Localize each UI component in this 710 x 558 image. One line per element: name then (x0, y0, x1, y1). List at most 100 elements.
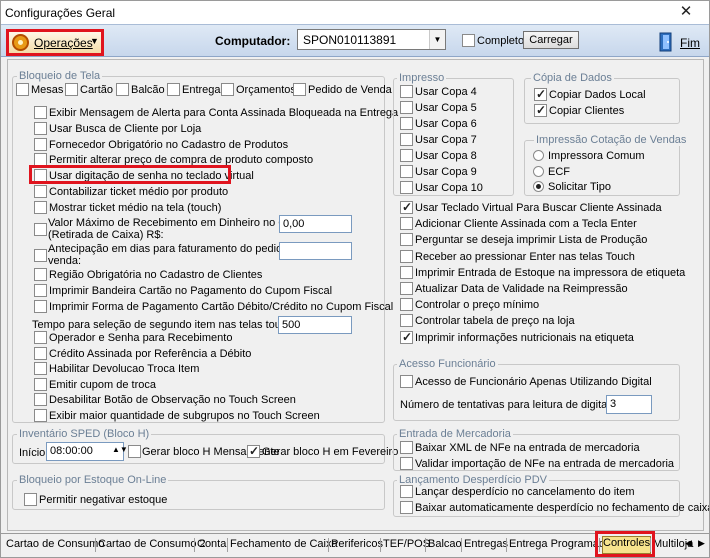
sales-quote-label-1: ECF (548, 165, 570, 178)
waste-0-checkbox[interactable] (400, 485, 413, 498)
right-option-3-checkbox[interactable] (400, 249, 413, 263)
sped-february-checkbox[interactable] (247, 444, 260, 458)
close-button[interactable]: ✕ (661, 1, 709, 23)
tab-7[interactable]: Entregas (464, 538, 508, 556)
tab-4[interactable]: Perifericos (331, 538, 383, 556)
negative-stock-checkbox[interactable] (24, 493, 37, 506)
tab-separator (461, 538, 462, 552)
left-option-3-3-checkbox[interactable] (34, 377, 47, 391)
attempts-input[interactable]: 3 (606, 395, 652, 414)
second-item-time-input[interactable]: 500 (278, 316, 352, 334)
exit-door-icon[interactable] (657, 32, 675, 52)
right-option-4-checkbox[interactable] (400, 265, 413, 279)
chevron-down-icon[interactable]: ▼ (429, 30, 445, 49)
mode-4-checkbox[interactable] (221, 83, 234, 96)
max-receipt-checkbox[interactable] (34, 223, 47, 236)
window-title: Configurações Geral (5, 6, 116, 20)
right-option-7-checkbox[interactable] (400, 314, 413, 328)
tab-separator (95, 538, 96, 552)
left-option-2-checkbox[interactable] (34, 137, 47, 151)
copy-5-checkbox[interactable] (400, 165, 413, 178)
left-option-3-2-checkbox[interactable] (34, 362, 47, 376)
right-option-1-checkbox[interactable] (400, 217, 413, 231)
goods-entry-0-checkbox[interactable] (400, 441, 413, 454)
operations-menu-button[interactable]: Operações ▼ (6, 29, 104, 56)
left-option-6-checkbox[interactable] (34, 200, 47, 214)
employee-access-title: Acesso Funcionário (397, 358, 498, 370)
data-copy-title: Cópia de Dados (531, 72, 614, 84)
left-option-3-0-label: Operador e Senha para Recebimento (49, 332, 233, 344)
tab-5[interactable]: TEF/POS (383, 538, 430, 556)
settings-window: Configurações Geral ✕ Operações ▼ Comput… (0, 0, 710, 558)
left-option-1-checkbox[interactable] (34, 121, 47, 135)
right-option-5-checkbox[interactable] (400, 282, 413, 295)
tab-2[interactable]: Conta (197, 538, 226, 556)
tab-scroll-left-icon[interactable]: ◀ (685, 538, 692, 549)
copy-6-checkbox[interactable] (400, 181, 413, 194)
sales-quote-radio-0[interactable] (533, 150, 544, 161)
copy-2-checkbox[interactable] (400, 117, 413, 130)
right-option-7-label: Controlar tabela de preço na loja (415, 315, 575, 328)
tab-scroll-right-icon[interactable]: ▶ (698, 538, 705, 549)
max-receipt-input[interactable]: 0,00 (279, 215, 352, 233)
right-option-3-label: Receber ao pressionar Enter nas telas To… (415, 250, 635, 263)
computer-select[interactable]: SPON010113891 ▼ (297, 29, 446, 50)
sales-quote-radio-1[interactable] (533, 165, 544, 177)
anticipation-input[interactable] (279, 242, 352, 260)
mode-2-checkbox[interactable] (116, 83, 129, 96)
waste-title: Lançamento Desperdício PDV (397, 474, 549, 486)
sped-monthly-checkbox[interactable] (128, 445, 141, 458)
waste-1-checkbox[interactable] (400, 501, 413, 514)
digital-only-checkbox[interactable] (400, 375, 413, 388)
anticipation-checkbox[interactable] (34, 249, 47, 262)
left-option-0-checkbox[interactable] (34, 106, 47, 119)
tab-0[interactable]: Cartao de Consumo (6, 538, 104, 556)
right-option-2-checkbox[interactable] (400, 233, 413, 247)
load-button[interactable]: Carregar (523, 31, 579, 49)
tab-separator (194, 538, 195, 552)
right-option-8-checkbox[interactable] (400, 330, 413, 344)
left-option-3-0-checkbox[interactable] (34, 331, 47, 344)
gear-icon (12, 34, 29, 51)
waste-1-label: Baixar automaticamente desperdício no fe… (415, 502, 710, 514)
copy-3-checkbox[interactable] (400, 133, 413, 146)
complete-checkbox[interactable] (462, 34, 475, 47)
copy-3-label: Usar Copa 7 (415, 134, 477, 146)
virtual-keyboard-highlight (29, 165, 231, 184)
left-option-2-1-checkbox[interactable] (34, 284, 47, 297)
spinner-icon[interactable]: ▲▼ (112, 445, 128, 454)
mode-0-checkbox[interactable] (16, 83, 29, 96)
right-option-6-checkbox[interactable] (400, 298, 413, 312)
sped-start-label: Início (19, 447, 46, 459)
print-title: Impresso (397, 72, 447, 84)
copy-0-label: Usar Copa 4 (415, 86, 477, 98)
copy-0-checkbox[interactable] (400, 85, 413, 98)
data-copy-1-checkbox[interactable] (534, 103, 547, 117)
tab-1[interactable]: Cartao de Consumo 2 (98, 538, 206, 556)
data-copy-1-label: Copiar Clientes (549, 105, 625, 117)
left-option-3-2-label: Habilitar Devolucao Troca Item (49, 363, 200, 376)
copy-4-checkbox[interactable] (400, 149, 413, 162)
goods-entry-0-label: Baixar XML de NFe na entrada de mercador… (415, 442, 640, 454)
left-option-3-1-checkbox[interactable] (34, 346, 47, 360)
tab-6[interactable]: Balcao (428, 538, 462, 556)
tab-3[interactable]: Fechamento de Caixa (230, 538, 338, 556)
left-option-3-5-checkbox[interactable] (34, 409, 47, 422)
goods-entry-1-checkbox[interactable] (400, 456, 413, 470)
left-option-2-2-checkbox[interactable] (34, 300, 47, 313)
data-copy-0-checkbox[interactable] (534, 87, 547, 101)
left-option-2-0-checkbox[interactable] (34, 268, 47, 281)
left-option-3-4-checkbox[interactable] (34, 393, 47, 407)
copy-1-checkbox[interactable] (400, 101, 413, 114)
mode-3-checkbox[interactable] (167, 83, 180, 96)
left-option-3-1-label: Crédito Assinada por Referência a Débito (49, 347, 252, 360)
sped-title: Inventário SPED (Bloco H) (17, 428, 152, 440)
complete-label: Completo (477, 35, 525, 47)
mode-5-checkbox[interactable] (293, 83, 306, 96)
right-option-5-label: Atualizar Data de Validade na Reimpressã… (415, 283, 628, 295)
mode-1-checkbox[interactable] (65, 83, 78, 96)
right-option-0-checkbox[interactable] (400, 200, 413, 214)
exit-button[interactable]: Fim (680, 36, 700, 50)
left-option-5-checkbox[interactable] (34, 185, 47, 198)
sales-quote-radio-2[interactable] (533, 181, 544, 192)
